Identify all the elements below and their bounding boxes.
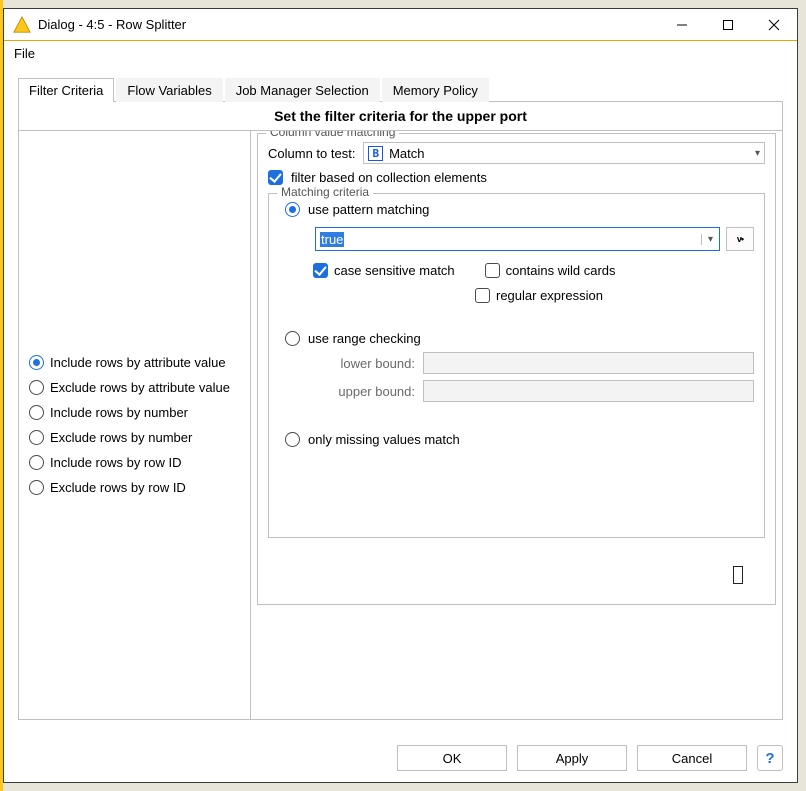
column-to-test-label: Column to test: xyxy=(268,146,355,161)
mode-exclude-by-number[interactable]: Exclude rows by number xyxy=(29,430,240,445)
regex-label: regular expression xyxy=(496,288,603,303)
radio-icon xyxy=(29,430,44,445)
radio-use-range-label: use range checking xyxy=(308,331,421,346)
tab-page-filter-criteria: Set the filter criteria for the upper po… xyxy=(18,102,783,720)
close-button[interactable] xyxy=(751,9,797,41)
radio-icon xyxy=(29,405,44,420)
title-bar: Dialog - 4:5 - Row Splitter xyxy=(4,9,797,41)
radio-only-missing[interactable] xyxy=(285,432,300,447)
radio-use-pattern[interactable] xyxy=(285,202,300,217)
checkbox-case-sensitive[interactable]: case sensitive match xyxy=(313,263,455,278)
menu-file[interactable]: File xyxy=(14,46,35,61)
ok-button[interactable]: OK xyxy=(397,745,507,771)
maximize-button[interactable] xyxy=(705,9,751,41)
checkbox-icon xyxy=(475,288,490,303)
type-badge-icon: B xyxy=(368,146,383,161)
mode-label: Include rows by row ID xyxy=(50,455,182,470)
checkbox-icon xyxy=(313,263,328,278)
split-pane: Include rows by attribute value Exclude … xyxy=(19,130,782,719)
column-to-test-value: Match xyxy=(389,146,749,161)
knime-app-icon xyxy=(12,15,32,35)
mode-include-by-rowid[interactable]: Include rows by row ID xyxy=(29,455,240,470)
panel-header: Set the filter criteria for the upper po… xyxy=(19,102,782,130)
mode-label: Include rows by attribute value xyxy=(50,355,226,370)
radio-icon xyxy=(29,355,44,370)
group-matching-criteria: Matching criteria use pattern matching t… xyxy=(268,193,765,538)
group-title: Column value matching xyxy=(266,130,399,139)
menu-bar: File xyxy=(4,41,797,66)
chevron-down-icon[interactable]: ▾ xyxy=(701,234,719,245)
chevron-down-icon: ▾ xyxy=(755,148,760,159)
radio-icon xyxy=(29,380,44,395)
radio-icon xyxy=(29,480,44,495)
tab-flow-variables[interactable]: Flow Variables xyxy=(116,78,222,102)
radio-icon xyxy=(29,455,44,470)
filter-mode-list: Include rows by attribute value Exclude … xyxy=(19,130,251,719)
mode-include-by-attr[interactable]: Include rows by attribute value xyxy=(29,355,240,370)
wildcards-label: contains wild cards xyxy=(506,263,616,278)
group-column-value-matching: Column value matching Column to test: B … xyxy=(257,133,776,605)
pattern-combobox[interactable]: true ▾ xyxy=(315,227,720,251)
apply-button[interactable]: Apply xyxy=(517,745,627,771)
criteria-detail-pane: Column value matching Column to test: B … xyxy=(251,130,782,719)
lower-bound-input xyxy=(423,352,754,374)
mode-include-by-number[interactable]: Include rows by number xyxy=(29,405,240,420)
tab-strip: Filter Criteria Flow Variables Job Manag… xyxy=(18,76,783,102)
case-sensitive-label: case sensitive match xyxy=(334,263,455,278)
tab-filter-criteria[interactable]: Filter Criteria xyxy=(18,78,114,102)
mode-exclude-by-rowid[interactable]: Exclude rows by row ID xyxy=(29,480,240,495)
upper-bound-input xyxy=(423,380,754,402)
dialog-footer: OK Apply Cancel ? xyxy=(4,734,797,782)
radio-only-missing-label: only missing values match xyxy=(308,432,460,447)
upper-bound-label: upper bound: xyxy=(315,384,415,399)
mode-exclude-by-attr[interactable]: Exclude rows by attribute value xyxy=(29,380,240,395)
checkbox-icon xyxy=(485,263,500,278)
tab-job-manager[interactable]: Job Manager Selection xyxy=(225,78,380,102)
checkbox-wildcards[interactable]: contains wild cards xyxy=(485,263,616,278)
tab-memory-policy[interactable]: Memory Policy xyxy=(382,78,489,102)
pattern-value: true xyxy=(316,232,701,247)
mode-label: Include rows by number xyxy=(50,405,188,420)
lower-bound-label: lower bound: xyxy=(315,356,415,371)
checkbox-regex[interactable]: regular expression xyxy=(475,288,603,303)
column-to-test-select[interactable]: B Match ▾ xyxy=(363,142,765,164)
mode-label: Exclude rows by number xyxy=(50,430,192,445)
checkbox-filter-collection-label: filter based on collection elements xyxy=(291,170,487,185)
mode-label: Exclude rows by row ID xyxy=(50,480,186,495)
radio-use-range[interactable] xyxy=(285,331,300,346)
help-button[interactable]: ? xyxy=(757,745,783,771)
window-title: Dialog - 4:5 - Row Splitter xyxy=(38,17,186,32)
group-title: Matching criteria xyxy=(277,185,373,199)
text-cursor-icon xyxy=(733,566,743,584)
mode-label: Exclude rows by attribute value xyxy=(50,380,230,395)
checkbox-filter-collection[interactable] xyxy=(268,170,283,185)
radio-use-pattern-label: use pattern matching xyxy=(308,202,429,217)
flow-variable-button[interactable]: v• xyxy=(726,227,754,251)
cancel-button[interactable]: Cancel xyxy=(637,745,747,771)
dialog-window: Dialog - 4:5 - Row Splitter File Filter … xyxy=(3,8,798,783)
minimize-button[interactable] xyxy=(659,9,705,41)
content-area: Filter Criteria Flow Variables Job Manag… xyxy=(4,66,797,734)
